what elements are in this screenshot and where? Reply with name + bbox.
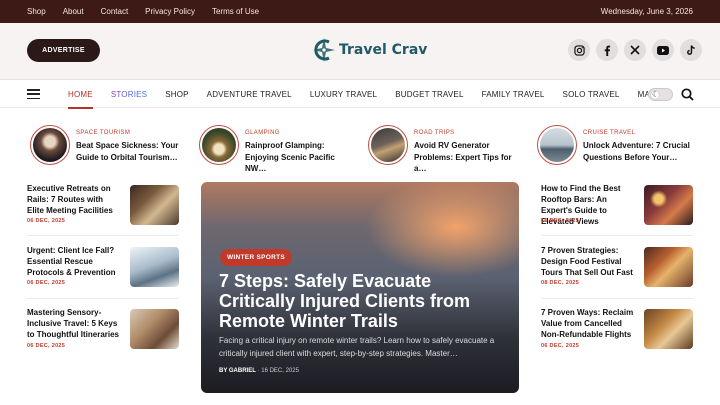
- featured-date: 16 DEC, 2025: [261, 368, 299, 374]
- top-link-about[interactable]: About: [63, 7, 84, 16]
- post-date: 08 DEC, 2025: [541, 280, 580, 286]
- featured-title[interactable]: 7 Steps: Safely Evacuate Critically Inju…: [219, 271, 489, 331]
- top-link-shop[interactable]: Shop: [27, 7, 46, 16]
- nav-item-solo-travel[interactable]: SOLO TRAVEL: [563, 90, 620, 99]
- story-item[interactable]: CRUISE TRAVEL Unlock Adventure: 7 Crucia…: [537, 125, 697, 165]
- list-item[interactable]: How to Find the Best Rooftop Bars: An Ex…: [541, 183, 693, 226]
- post-title: Mastering Sensory-Inclusive Travel: 5 Ke…: [27, 308, 119, 339]
- nav-item-home[interactable]: HOME: [68, 90, 93, 109]
- post-thumbnail: [644, 185, 693, 225]
- advertise-button[interactable]: ADVERTISE: [27, 39, 100, 62]
- story-title: Unlock Adventure: 7 Crucial Questions Be…: [583, 141, 690, 162]
- post-title: 7 Proven Strategies: Design Food Festiva…: [541, 246, 633, 277]
- post-thumbnail: [644, 309, 693, 349]
- instagram-icon[interactable]: [568, 39, 590, 61]
- post-date: 06 DEC, 2025: [27, 280, 66, 286]
- logo-text: Travel Crav: [339, 42, 428, 58]
- story-category: SPACE TOURISM: [76, 130, 131, 136]
- compass-logo-icon: [313, 38, 335, 62]
- social-links: [568, 39, 702, 61]
- moon-icon: ☾: [652, 90, 660, 99]
- search-icon[interactable]: [681, 88, 694, 101]
- story-item[interactable]: ROAD TRIPS Avoid RV Generator Problems: …: [368, 125, 528, 173]
- post-date: 06 DEC, 2025: [541, 343, 580, 349]
- post-thumbnail: [130, 309, 179, 349]
- story-item[interactable]: GLAMPING Rainproof Glamping: Enjoying Sc…: [199, 125, 359, 173]
- facebook-icon[interactable]: [596, 39, 618, 61]
- post-date: 06 DEC, 2025: [27, 218, 66, 224]
- list-item[interactable]: Executive Retreats on Rails: 7 Routes wi…: [27, 183, 179, 225]
- nav-items: HOME STORIES SHOP ADVENTURE TRAVEL LUXUR…: [68, 81, 666, 109]
- site-logo[interactable]: Travel Crav: [312, 37, 427, 63]
- top-links: Shop About Contact Privacy Policy Terms …: [27, 7, 259, 16]
- story-title: Beat Space Sickness: Your Guide to Orbit…: [76, 141, 179, 162]
- featured-post[interactable]: WINTER SPORTS 7 Steps: Safely Evacuate C…: [201, 182, 519, 393]
- story-item[interactable]: SPACE TOURISM Beat Space Sickness: Your …: [30, 125, 190, 165]
- tiktok-icon[interactable]: [680, 39, 702, 61]
- divider: [541, 235, 693, 236]
- post-thumbnail: [130, 247, 179, 287]
- post-thumbnail: [644, 247, 693, 287]
- site-header: ADVERTISE Travel Crav: [0, 23, 720, 80]
- nav-item-shop[interactable]: SHOP: [165, 90, 188, 99]
- menu-icon[interactable]: [27, 89, 40, 100]
- divider: [27, 235, 179, 236]
- top-link-terms[interactable]: Terms of Use: [212, 7, 259, 16]
- nav-item-stories[interactable]: STORIES: [111, 90, 147, 99]
- youtube-icon[interactable]: [652, 39, 674, 61]
- story-category: CRUISE TRAVEL: [583, 130, 636, 136]
- post-title: Urgent: Client Ice Fall? Essential Rescu…: [27, 246, 116, 277]
- post-title: Executive Retreats on Rails: 7 Routes wi…: [27, 184, 113, 215]
- story-title: Rainproof Glamping: Enjoying Scenic Paci…: [245, 141, 335, 173]
- main-nav: HOME STORIES SHOP ADVENTURE TRAVEL LUXUR…: [0, 81, 720, 109]
- story-thumbnail: [199, 125, 239, 165]
- list-item[interactable]: 7 Proven Strategies: Design Food Festiva…: [541, 245, 693, 287]
- featured-excerpt: Facing a critical injury on remote winte…: [219, 336, 495, 358]
- current-date: Wednesday, June 3, 2026: [600, 7, 693, 16]
- post-date: 15 DEC, 2025: [541, 218, 580, 224]
- x-icon[interactable]: [624, 39, 646, 61]
- top-bar: Shop About Contact Privacy Policy Terms …: [0, 0, 720, 23]
- top-link-contact[interactable]: Contact: [101, 7, 129, 16]
- story-thumbnail: [30, 125, 70, 165]
- story-thumbnail: [368, 125, 408, 165]
- nav-item-budget-travel[interactable]: BUDGET TRAVEL: [395, 90, 463, 99]
- top-link-privacy[interactable]: Privacy Policy: [145, 7, 195, 16]
- list-item[interactable]: 7 Proven Ways: Reclaim Value from Cancel…: [541, 307, 693, 349]
- list-item[interactable]: Urgent: Client Ice Fall? Essential Rescu…: [27, 245, 179, 287]
- story-category: GLAMPING: [245, 130, 280, 136]
- story-title: Avoid RV Generator Problems: Expert Tips…: [414, 141, 512, 173]
- dark-mode-toggle[interactable]: ☾: [648, 88, 673, 101]
- post-meta: BY GABRIEL · 16 DEC, 2025: [219, 368, 299, 374]
- divider: [541, 298, 693, 299]
- nav-item-luxury-travel[interactable]: LUXURY TRAVEL: [310, 90, 377, 99]
- story-thumbnail: [537, 125, 577, 165]
- nav-item-family-travel[interactable]: FAMILY TRAVEL: [482, 90, 545, 99]
- divider: [27, 298, 179, 299]
- post-title: 7 Proven Ways: Reclaim Value from Cancel…: [541, 308, 634, 339]
- author-label[interactable]: BY GABRIEL: [219, 368, 256, 374]
- category-badge[interactable]: WINTER SPORTS: [220, 249, 293, 266]
- post-date: 06 DEC, 2025: [27, 343, 66, 349]
- list-item[interactable]: Mastering Sensory-Inclusive Travel: 5 Ke…: [27, 307, 179, 349]
- story-category: ROAD TRIPS: [414, 130, 455, 136]
- nav-item-adventure-travel[interactable]: ADVENTURE TRAVEL: [207, 90, 292, 99]
- post-thumbnail: [130, 185, 179, 225]
